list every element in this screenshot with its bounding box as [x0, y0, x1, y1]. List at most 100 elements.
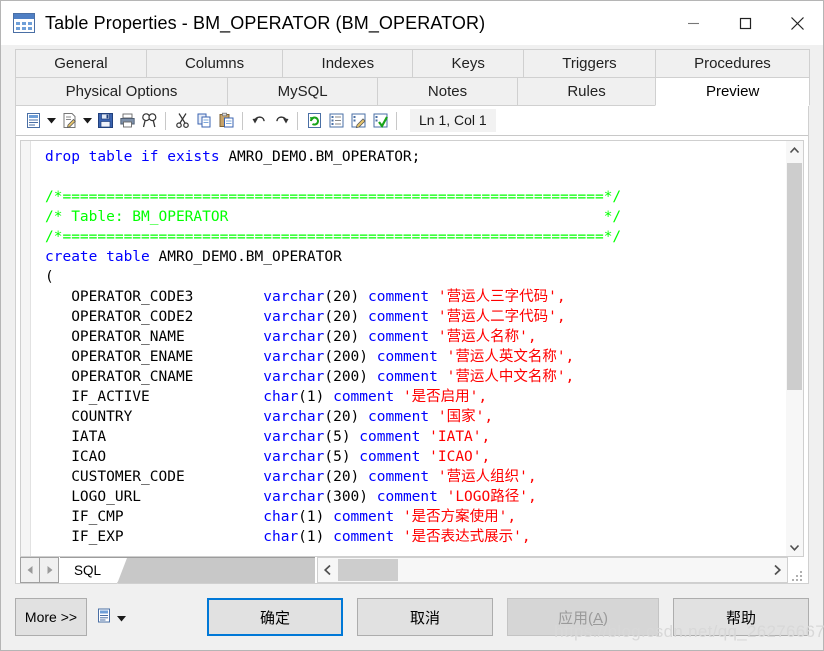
sheet-tab-sql[interactable]: SQL — [60, 558, 128, 584]
code-token: char — [263, 389, 299, 405]
redo-icon[interactable] — [270, 110, 292, 132]
print-icon[interactable] — [116, 110, 138, 132]
code-token: IATA — [45, 429, 264, 445]
editor-bottom-strip: SQL — [16, 557, 808, 584]
toolbar-separator — [242, 111, 243, 130]
list-view-icon[interactable] — [325, 110, 347, 132]
tab-indexes[interactable]: Indexes — [282, 49, 414, 78]
code-token: comment — [376, 349, 447, 365]
code-token: '是否表达式展示', — [402, 529, 531, 545]
cancel-button[interactable]: 取消 — [357, 598, 493, 636]
more-button[interactable]: More >> — [15, 598, 87, 636]
sheet-nav-buttons — [20, 557, 59, 583]
editor-horizontal-scrollbar[interactable] — [317, 557, 788, 583]
code-token: OPERATOR_CODE2 — [45, 309, 264, 325]
code-line: OPERATOR_CODE2 varchar(20) comment '营运人二… — [45, 307, 786, 327]
find-icon[interactable] — [138, 110, 160, 132]
tab-general[interactable]: General — [15, 49, 147, 78]
code-token: (5) — [324, 429, 360, 445]
code-token: LOGO_URL — [45, 489, 264, 505]
code-token: AMRO_DEMO.BM_OPERATOR — [158, 249, 342, 265]
tab-notes[interactable]: Notes — [377, 77, 518, 106]
tab-triggers[interactable]: Triggers — [523, 49, 656, 78]
code-token: comment — [376, 489, 447, 505]
tab-columns[interactable]: Columns — [145, 49, 284, 78]
minimize-icon[interactable] — [667, 1, 719, 45]
script-options-button[interactable] — [97, 608, 126, 627]
sql-editor[interactable]: drop table if exists AMRO_DEMO.BM_OPERAT… — [20, 140, 786, 557]
editor-vertical-scrollbar[interactable] — [786, 140, 804, 557]
help-button[interactable]: 帮助 — [673, 598, 809, 636]
tab-mysql[interactable]: MySQL — [226, 77, 379, 106]
table-icon — [13, 13, 35, 33]
dialog-footer: More >> 确定 取消 应用(A) 帮助 https://blog.csdn… — [1, 584, 824, 650]
code-token: IF_CMP — [45, 509, 264, 525]
editor-toolbar: Ln 1, Col 1 — [16, 106, 808, 136]
scroll-right-icon[interactable] — [767, 558, 787, 582]
code-token: varchar — [263, 429, 325, 445]
code-token: OPERATOR_CNAME — [45, 369, 264, 385]
code-token: comment — [376, 369, 447, 385]
chevron-down-icon[interactable] — [117, 610, 126, 625]
scroll-down-icon[interactable] — [786, 538, 803, 556]
code-token: '营运人二字代码', — [437, 309, 566, 325]
tab-procedures[interactable]: Procedures — [654, 49, 810, 78]
undo-icon[interactable] — [248, 110, 270, 132]
cut-icon[interactable] — [171, 110, 193, 132]
tab-keys[interactable]: Keys — [412, 49, 525, 78]
print-preview-dropdown-icon[interactable] — [44, 110, 58, 132]
code-token: varchar — [263, 309, 325, 325]
close-icon[interactable] — [771, 1, 823, 45]
code-token: comment — [359, 429, 430, 445]
code-token: IF_ACTIVE — [45, 389, 264, 405]
code-token: /* Table: BM_OPERATOR */ — [45, 209, 622, 225]
edit-script-icon[interactable] — [347, 110, 369, 132]
sql-code[interactable]: drop table if exists AMRO_DEMO.BM_OPERAT… — [31, 141, 786, 556]
horizontal-scroll-track[interactable] — [338, 558, 767, 582]
window-controls — [667, 1, 823, 45]
print-preview-icon[interactable] — [22, 110, 44, 132]
code-line: ( — [45, 267, 786, 287]
code-token: '营运人名称', — [437, 329, 537, 345]
prev-sheet-icon[interactable] — [20, 557, 40, 583]
save-icon[interactable] — [94, 110, 116, 132]
next-sheet-icon[interactable] — [39, 557, 59, 583]
refresh-icon[interactable] — [303, 110, 325, 132]
code-token: varchar — [263, 409, 325, 425]
tab-physical-options[interactable]: Physical Options — [15, 77, 228, 106]
code-token: '营运人三字代码', — [437, 289, 566, 305]
edit-document-dropdown-icon[interactable] — [80, 110, 94, 132]
copy-icon[interactable] — [193, 110, 215, 132]
paste-icon[interactable] — [215, 110, 237, 132]
validate-script-icon[interactable] — [369, 110, 391, 132]
code-token: (1) — [298, 529, 334, 545]
tab-rules[interactable]: Rules — [516, 77, 657, 106]
vertical-scroll-thumb[interactable] — [787, 163, 802, 390]
edit-document-icon[interactable] — [58, 110, 80, 132]
tab-preview[interactable]: Preview — [655, 77, 810, 106]
code-line: IF_EXP char(1) comment '是否表达式展示', — [45, 527, 786, 547]
ok-button[interactable]: 确定 — [207, 598, 343, 636]
maximize-icon[interactable] — [719, 1, 771, 45]
code-token: char — [263, 529, 299, 545]
code-token: varchar — [263, 469, 325, 485]
vertical-scroll-track[interactable] — [786, 159, 803, 538]
code-token: comment — [333, 529, 403, 545]
scroll-up-icon[interactable] — [786, 141, 803, 159]
code-token: varchar — [263, 489, 325, 505]
scroll-left-icon[interactable] — [318, 558, 338, 582]
resize-grip[interactable] — [788, 557, 804, 583]
toolbar-separator — [396, 111, 397, 130]
code-token: IF_EXP — [45, 529, 264, 545]
code-line: create table AMRO_DEMO.BM_OPERATOR — [45, 247, 786, 267]
code-token: 'IATA', — [429, 429, 491, 445]
code-line: /*======================================… — [45, 227, 786, 247]
code-token: drop table if exists — [45, 149, 229, 165]
code-token: CUSTOMER_CODE — [45, 469, 264, 485]
code-token: varchar — [263, 289, 325, 305]
code-token: (20) — [324, 329, 369, 345]
code-line: /*======================================… — [45, 187, 786, 207]
code-line: OPERATOR_CNAME varchar(200) comment '营运人… — [45, 367, 786, 387]
horizontal-scroll-thumb[interactable] — [338, 559, 398, 581]
